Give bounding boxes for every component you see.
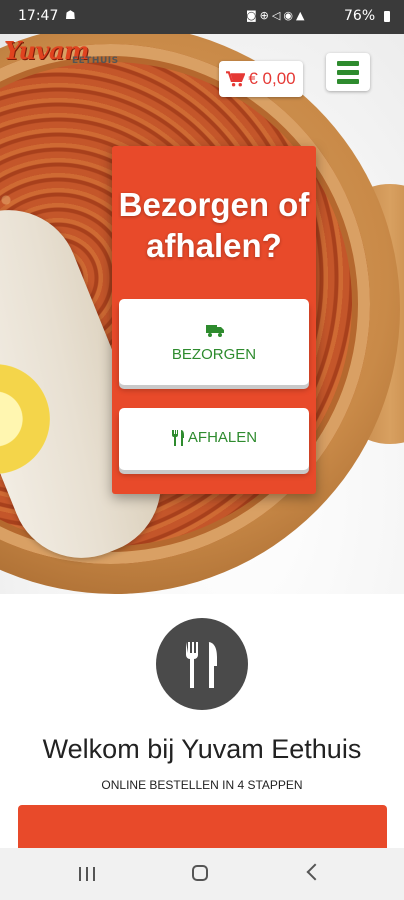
- logo-sub: EETHUIS: [72, 56, 119, 66]
- welcome-title: Welkom bij Yuvam Eethuis: [42, 734, 362, 764]
- pickup-button[interactable]: AFHALEN: [119, 408, 309, 470]
- status-time: 17:47: [18, 8, 59, 24]
- cart-button[interactable]: € 0,00: [219, 61, 303, 97]
- logo[interactable]: Yuvam EETHUIS: [4, 36, 118, 66]
- truck-icon: [206, 325, 224, 337]
- system-nav-bar: [0, 848, 404, 900]
- cart-icon: [226, 71, 246, 87]
- home-icon[interactable]: [192, 865, 208, 881]
- recents-icon[interactable]: [79, 867, 97, 881]
- status-bar: 17:47 ☗ ◙⊕◁◉▲ 76%: [0, 0, 404, 34]
- welcome-subtitle: ONLINE BESTELLEN IN 4 STAPPEN: [101, 778, 303, 792]
- cart-amount: € 0,00: [248, 69, 296, 88]
- back-icon[interactable]: [306, 863, 324, 881]
- dialog-title: Bezorgen of afhalen?: [118, 186, 310, 264]
- cutlery-icon: [171, 429, 184, 446]
- deliver-label: BEZORGEN: [171, 346, 257, 363]
- menu-button[interactable]: [326, 53, 370, 91]
- battery-percentage: 76%: [344, 8, 376, 24]
- notification-icon: ☗: [65, 8, 76, 22]
- dish-icon-circle: [156, 618, 248, 710]
- deliver-button[interactable]: BEZORGEN: [119, 299, 309, 385]
- status-icons: ◙⊕◁◉▲: [246, 9, 308, 22]
- fork-knife-icon: [186, 642, 217, 688]
- order-type-dialog: Bezorgen of afhalen? BEZORGEN AFHALEN: [112, 146, 316, 494]
- pickup-label: AFHALEN: [187, 429, 258, 446]
- battery-icon: [384, 11, 390, 22]
